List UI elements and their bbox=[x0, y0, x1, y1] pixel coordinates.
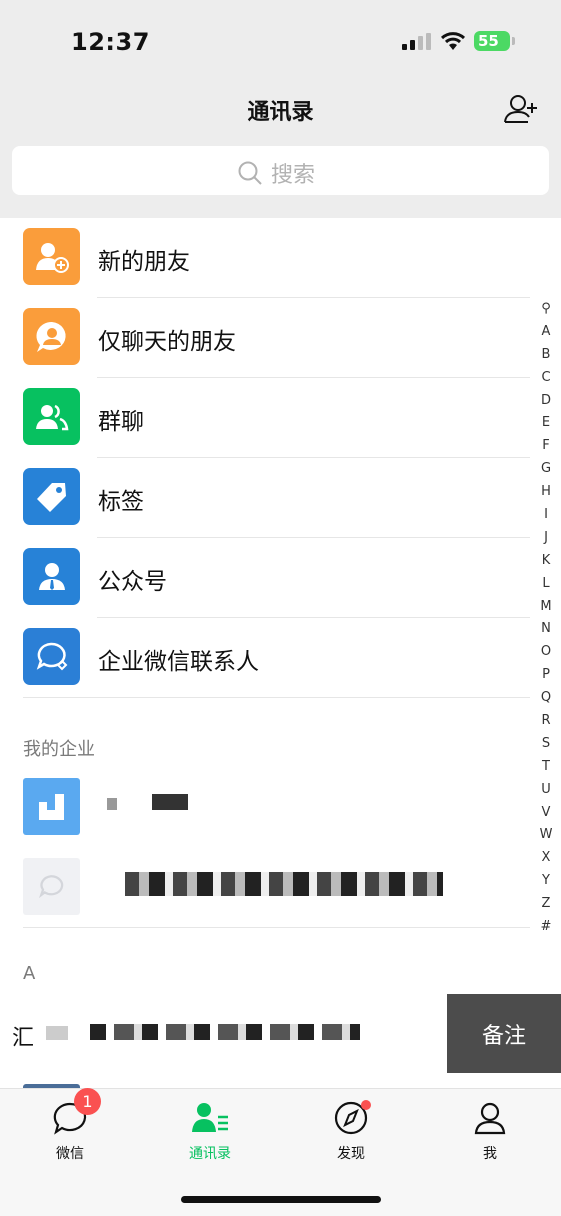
new-friend-icon bbox=[23, 228, 80, 285]
blurred-name bbox=[46, 1026, 68, 1040]
search-bar[interactable]: 搜索 bbox=[12, 146, 549, 195]
index-letter[interactable]: F bbox=[535, 435, 557, 458]
add-friend-icon[interactable] bbox=[502, 92, 542, 126]
wecom-contact-icon bbox=[23, 628, 80, 685]
blurred-name bbox=[90, 1024, 360, 1040]
index-letter[interactable]: G bbox=[535, 458, 557, 481]
search-placeholder: 搜索 bbox=[271, 163, 316, 188]
tab-discover[interactable]: 发现 bbox=[301, 1101, 401, 1163]
tab-label: 我 bbox=[483, 1146, 497, 1162]
index-letter[interactable]: L bbox=[535, 573, 557, 596]
page-title: 通讯录 bbox=[247, 100, 314, 125]
contact-name-prefix: 汇 bbox=[12, 1026, 35, 1051]
index-letter[interactable]: C bbox=[535, 367, 557, 390]
remark-button[interactable]: 备注 bbox=[447, 994, 561, 1073]
index-letter[interactable]: A bbox=[535, 321, 557, 344]
signal-icon bbox=[402, 33, 431, 50]
chat-only-friend-icon bbox=[23, 308, 80, 365]
index-letter[interactable]: O bbox=[535, 641, 557, 664]
entry-label: 群聊 bbox=[98, 409, 144, 435]
battery-level: 55 bbox=[474, 31, 510, 51]
index-letter[interactable]: D bbox=[535, 390, 557, 413]
alphabet-index[interactable]: ⚲ A B C D E F G H I J K L M N O P Q R S … bbox=[535, 298, 557, 939]
nav-bar: 通讯录 bbox=[0, 84, 561, 132]
company-logo bbox=[23, 778, 80, 835]
tab-me[interactable]: 我 bbox=[440, 1101, 540, 1163]
index-letter[interactable]: S bbox=[535, 733, 557, 756]
entry-group-chats[interactable]: 群聊 bbox=[0, 378, 530, 458]
index-letter[interactable]: N bbox=[535, 618, 557, 641]
index-letter[interactable]: J bbox=[535, 527, 557, 550]
contacts-icon bbox=[192, 1103, 228, 1132]
entry-new-friends[interactable]: 新的朋友 bbox=[0, 218, 530, 298]
tab-chats[interactable]: 微信 bbox=[20, 1101, 120, 1163]
entry-label: 仅聊天的朋友 bbox=[98, 329, 236, 355]
blurred-name bbox=[152, 794, 188, 810]
tab-label: 发现 bbox=[337, 1146, 365, 1162]
entry-tags[interactable]: 标签 bbox=[0, 458, 530, 538]
index-letter[interactable]: W bbox=[535, 824, 557, 847]
unread-badge: 1 bbox=[74, 1088, 101, 1115]
status-time: 12:37 bbox=[71, 28, 150, 56]
entry-chat-only-friends[interactable]: 仅聊天的朋友 bbox=[0, 298, 530, 378]
index-letter[interactable]: K bbox=[535, 550, 557, 573]
search-icon bbox=[238, 161, 262, 185]
index-letter[interactable]: E bbox=[535, 412, 557, 435]
index-letter[interactable]: Z bbox=[535, 893, 557, 916]
tag-icon bbox=[23, 468, 80, 525]
entry-wecom-contacts[interactable]: 企业微信联系人 bbox=[0, 618, 530, 698]
index-search-icon[interactable]: ⚲ bbox=[535, 298, 557, 321]
entry-label: 新的朋友 bbox=[98, 249, 190, 275]
index-letter[interactable]: Q bbox=[535, 687, 557, 710]
index-letter[interactable]: T bbox=[535, 756, 557, 779]
tab-label: 微信 bbox=[56, 1146, 84, 1162]
index-letter[interactable]: I bbox=[535, 504, 557, 527]
divider bbox=[23, 697, 530, 698]
entry-official-accounts[interactable]: 公众号 bbox=[0, 538, 530, 618]
index-letter[interactable]: M bbox=[535, 596, 557, 619]
index-letter[interactable]: # bbox=[535, 916, 557, 939]
index-letter[interactable]: H bbox=[535, 481, 557, 504]
entry-label: 标签 bbox=[98, 489, 144, 515]
divider bbox=[23, 927, 530, 928]
index-letter[interactable]: B bbox=[535, 344, 557, 367]
battery-tip bbox=[512, 37, 515, 45]
section-header-a: A bbox=[23, 963, 36, 984]
index-letter[interactable]: U bbox=[535, 779, 557, 802]
entry-label: 企业微信联系人 bbox=[98, 649, 259, 675]
official-account-icon bbox=[23, 548, 80, 605]
home-indicator[interactable] bbox=[181, 1196, 381, 1203]
entry-label: 公众号 bbox=[98, 569, 167, 595]
index-letter[interactable]: V bbox=[535, 802, 557, 825]
company-row[interactable] bbox=[0, 848, 530, 928]
blurred-name bbox=[125, 872, 443, 896]
tab-label: 通讯录 bbox=[189, 1146, 231, 1162]
section-header-my-company: 我的企业 bbox=[23, 739, 95, 760]
wifi-icon bbox=[440, 32, 466, 50]
profile-icon bbox=[474, 1102, 506, 1135]
company-row[interactable] bbox=[0, 768, 530, 848]
tab-contacts[interactable]: 通讯录 bbox=[160, 1101, 260, 1163]
index-letter[interactable]: Y bbox=[535, 870, 557, 893]
wecom-logo-icon bbox=[23, 858, 80, 915]
blurred-name bbox=[107, 798, 117, 810]
contact-list[interactable]: 新的朋友 仅聊天的朋友 群聊 标签 公众号 企业微信联系人 我的企业 A 汇 bbox=[0, 218, 561, 1088]
index-letter[interactable]: R bbox=[535, 710, 557, 733]
index-letter[interactable]: X bbox=[535, 847, 557, 870]
group-chat-icon bbox=[23, 388, 80, 445]
status-bar: 12:37 55 bbox=[0, 0, 561, 84]
index-letter[interactable]: P bbox=[535, 664, 557, 687]
discover-red-dot bbox=[361, 1100, 371, 1110]
